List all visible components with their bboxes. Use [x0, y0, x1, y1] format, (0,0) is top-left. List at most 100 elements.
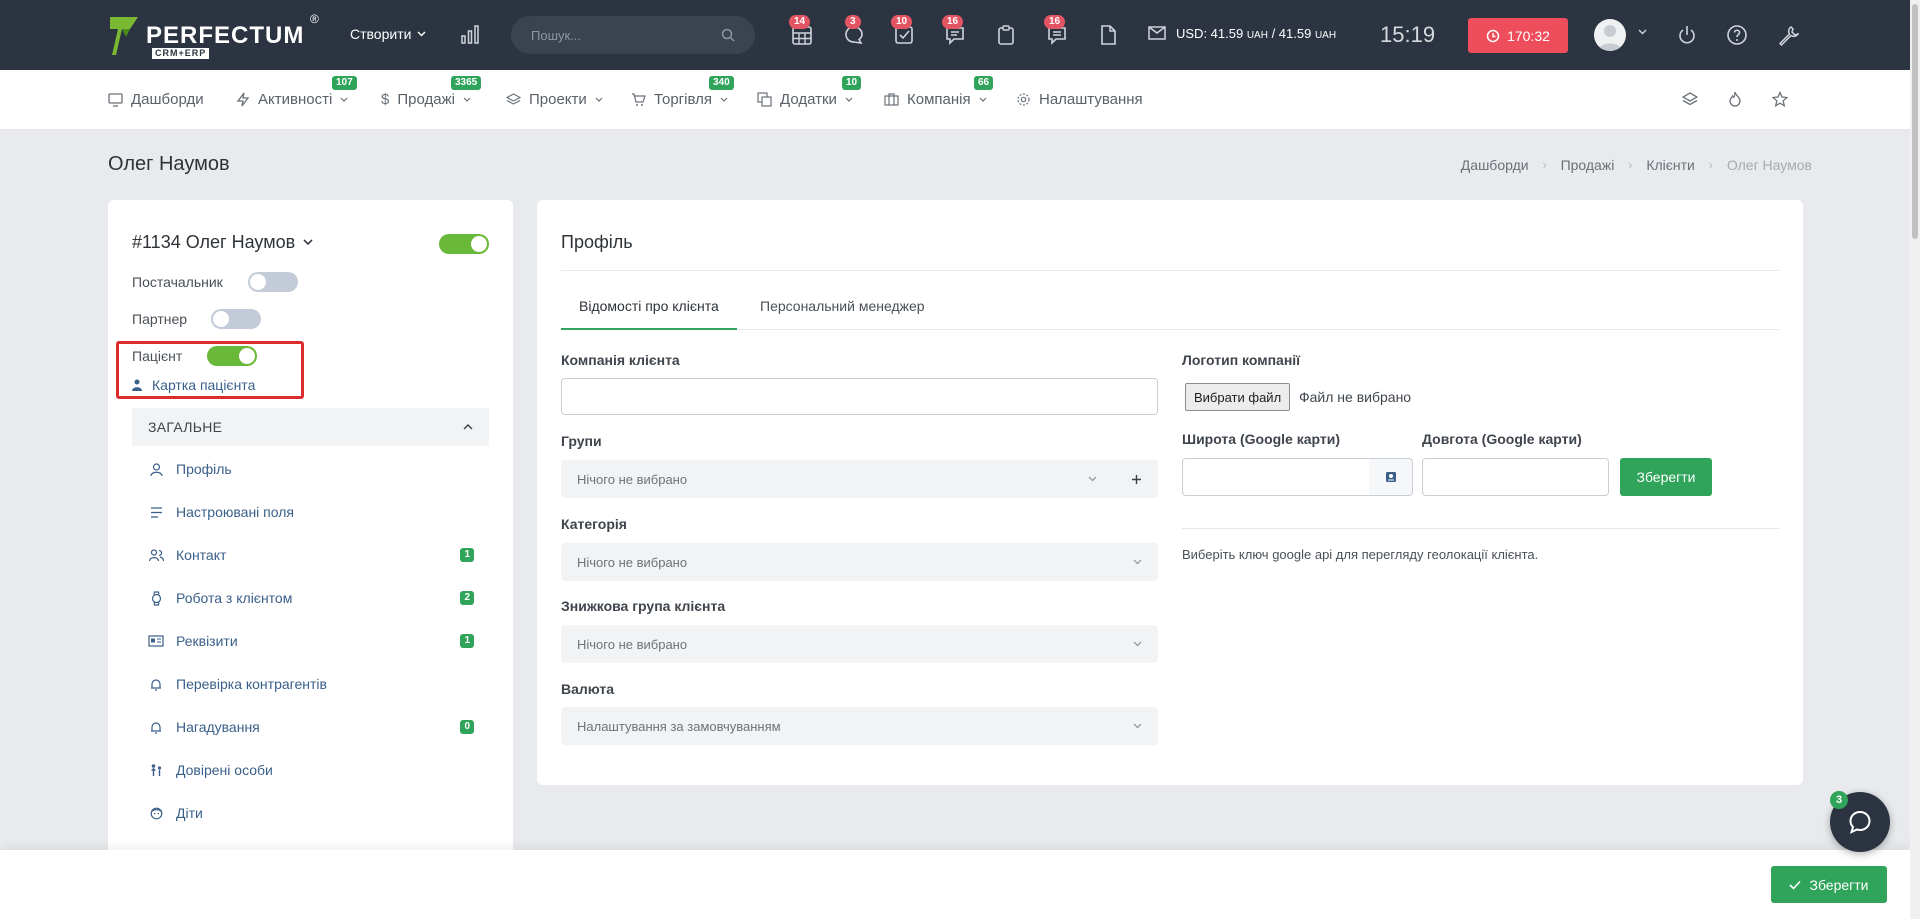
choose-file-button[interactable]: Вибрати файл	[1185, 383, 1291, 411]
section-general-header[interactable]: ЗАГАЛЬНЕ	[132, 408, 489, 446]
tab-personal-manager[interactable]: Персональний менеджер	[742, 298, 943, 330]
search-icon[interactable]	[721, 28, 735, 42]
currency-unit: UAH	[1314, 29, 1337, 41]
client-title[interactable]: #1134 Олег Наумов	[132, 232, 313, 253]
chevron-down-icon	[1133, 723, 1142, 729]
currency-select[interactable]: Налаштування за замовчуванням	[561, 707, 1158, 745]
nav-label: Налаштування	[1039, 91, 1143, 108]
category-value: Нічого не вибрано	[577, 554, 688, 570]
badge: 14	[789, 15, 811, 29]
nav-trade[interactable]: Торгівля 340	[631, 76, 734, 108]
id-card-icon	[148, 635, 164, 647]
client-sidebar-card: #1134 Олег Наумов Постачальник Партнер П…	[108, 200, 513, 919]
nav-label: Компанія	[907, 91, 971, 108]
chat-bubble-icon[interactable]: 3	[843, 15, 865, 46]
menu-trusted-persons[interactable]: Довірені особи	[148, 759, 474, 781]
cart-icon	[632, 93, 646, 106]
layers-icon[interactable]	[1681, 91, 1699, 110]
latitude-input[interactable]	[1182, 458, 1370, 496]
breadcrumb-item[interactable]: Клієнти	[1646, 157, 1695, 173]
nav-dashboards[interactable]: Дашборди	[108, 91, 204, 108]
longitude-input[interactable]	[1422, 458, 1609, 496]
chevron-down-icon	[417, 31, 426, 37]
menu-custom-fields[interactable]: Настроювані поля	[148, 501, 474, 523]
monitor-icon	[108, 93, 123, 107]
star-icon[interactable]	[1771, 90, 1789, 110]
power-icon[interactable]	[1676, 24, 1698, 46]
menu-label: Діти	[176, 805, 203, 821]
bolt-icon	[236, 92, 250, 107]
menu-reminders[interactable]: Нагадування 0	[148, 716, 474, 738]
create-dropdown[interactable]: Створити	[350, 26, 426, 42]
nav-label: Активності	[258, 91, 333, 108]
patient-card-link[interactable]: Картка пацієнта	[132, 377, 255, 393]
search-input[interactable]	[531, 27, 721, 43]
nav-settings[interactable]: Налаштування	[1016, 91, 1143, 108]
scrollbar-thumb[interactable]	[1912, 4, 1918, 239]
user-icon	[148, 462, 164, 476]
nav-badge: 340	[709, 76, 734, 90]
breadcrumb-item[interactable]: Продажі	[1561, 157, 1615, 173]
groups-select[interactable]: Нічого не вибрано	[561, 460, 1158, 498]
bell-icon	[148, 721, 164, 734]
latitude-label: Широта (Google карти)	[1182, 431, 1341, 447]
chat-badge: 3	[1830, 791, 1848, 809]
client-active-toggle[interactable]	[439, 234, 489, 254]
comments-icon[interactable]: 16	[1044, 15, 1068, 46]
menu-profile[interactable]: Профіль	[148, 458, 474, 480]
toggle-knob	[250, 274, 266, 290]
people-icon	[148, 763, 164, 777]
discount-group-label: Знижкова група клієнта	[561, 598, 726, 614]
map-pin-icon	[1385, 472, 1396, 482]
save-button[interactable]: Зберегти	[1771, 866, 1887, 903]
menu-contact[interactable]: Контакт 1	[148, 544, 474, 566]
clipboard-icon[interactable]	[995, 24, 1017, 46]
plus-icon[interactable]	[1131, 474, 1142, 485]
messages-icon[interactable]: 16	[942, 15, 966, 46]
company-label: Компанія клієнта	[561, 352, 680, 368]
chevron-down-icon	[1088, 476, 1097, 482]
company-input[interactable]	[561, 378, 1158, 415]
partner-toggle[interactable]	[211, 309, 261, 329]
document-icon[interactable]	[1097, 24, 1119, 46]
nav-sales[interactable]: $ Продажі 3365	[381, 76, 482, 108]
menu-label: Реквізити	[176, 633, 238, 649]
chevron-down-icon	[1133, 641, 1142, 647]
chevron-down-icon[interactable]	[1638, 29, 1647, 35]
help-icon[interactable]	[1726, 24, 1748, 46]
menu-counterparty-check[interactable]: Перевірка контрагентів	[148, 673, 474, 695]
menu-client-work[interactable]: Робота з клієнтом 2	[148, 587, 474, 609]
watch-icon	[148, 590, 164, 606]
wrench-icon[interactable]	[1777, 24, 1800, 47]
nav-projects[interactable]: Проекти	[506, 91, 603, 108]
partner-label: Партнер	[132, 311, 188, 327]
chevron-down-icon	[463, 97, 471, 102]
tab-client-info[interactable]: Відомості про клієнта	[561, 298, 737, 330]
briefcase-icon	[884, 93, 899, 106]
discount-group-select[interactable]: Нічого не вибрано	[561, 625, 1158, 663]
supplier-toggle[interactable]	[248, 272, 298, 292]
save-coordinates-button[interactable]: Зберегти	[1620, 458, 1712, 496]
nav-addons[interactable]: Додатки 10	[757, 76, 862, 108]
task-check-icon[interactable]: 10	[891, 15, 915, 46]
menu-children[interactable]: Діти	[148, 802, 474, 824]
bar-chart-icon[interactable]	[460, 24, 480, 47]
profile-tabs: Відомості про клієнта Персональний менед…	[561, 298, 1779, 330]
patient-toggle[interactable]	[207, 346, 257, 366]
chevron-right-icon: ›	[1542, 158, 1547, 172]
calendar-grid-icon[interactable]: 14	[789, 15, 813, 46]
badge: 10	[891, 15, 913, 29]
avatar[interactable]	[1594, 19, 1626, 51]
fire-icon[interactable]	[1727, 91, 1743, 110]
menu-requisites[interactable]: Реквізити 1	[148, 630, 474, 652]
scrollbar[interactable]	[1910, 0, 1920, 919]
timer-button[interactable]: 170:32	[1468, 18, 1568, 53]
nav-activities[interactable]: Активності 107	[236, 76, 357, 108]
breadcrumb-item[interactable]: Дашборди	[1461, 157, 1529, 173]
nav-company[interactable]: Компанія 66	[884, 76, 994, 108]
category-select[interactable]: Нічого не вибрано	[561, 543, 1158, 581]
map-picker-button[interactable]	[1369, 458, 1413, 496]
card-title: Профіль	[561, 232, 633, 252]
category-label: Категорія	[561, 516, 627, 532]
tab-label: Відомості про клієнта	[579, 298, 719, 314]
